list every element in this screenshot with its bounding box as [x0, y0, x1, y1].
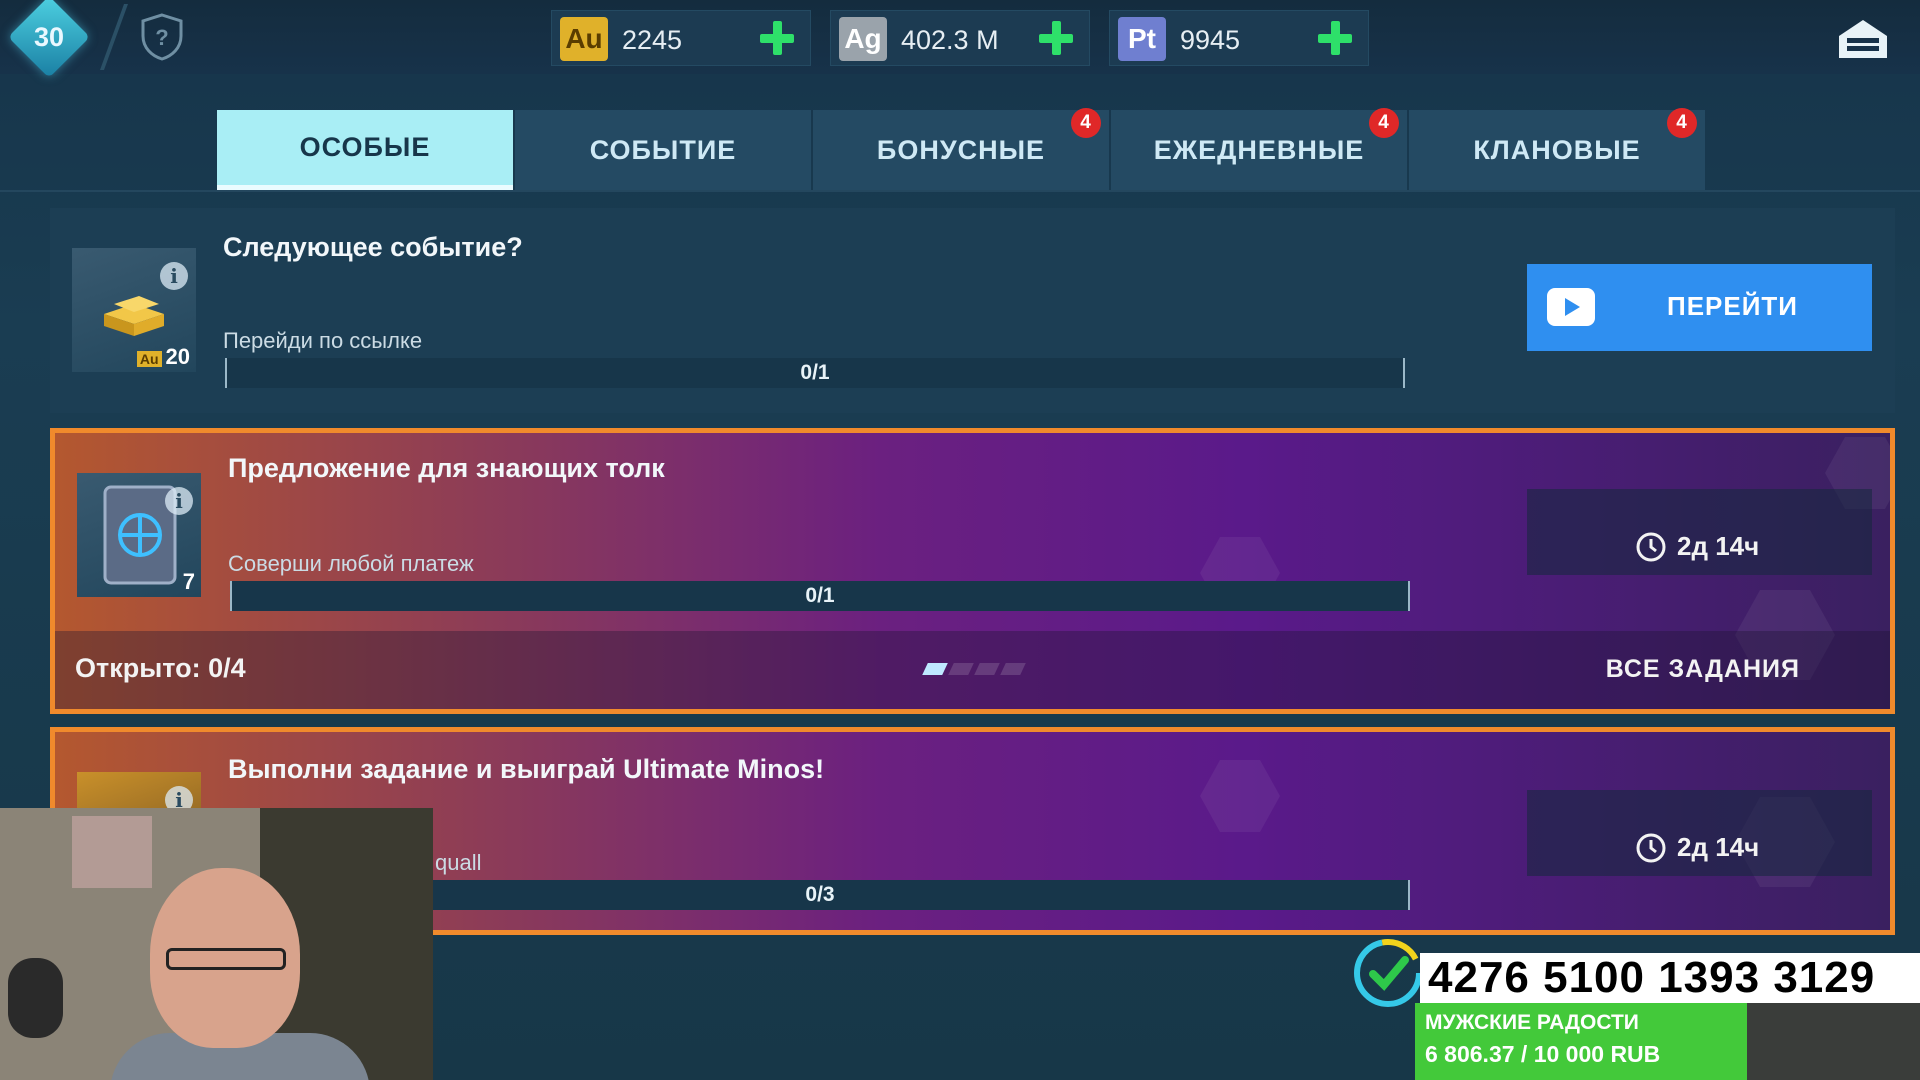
- add-silver-button[interactable]: [1037, 19, 1075, 57]
- tab-label: ОСОБЫЕ: [299, 132, 431, 162]
- tab-special[interactable]: ОСОБЫЕ: [217, 110, 513, 190]
- quest-card-connoisseur-offer: i 7 Предложение для знающих толк Соверши…: [50, 428, 1895, 714]
- quest-progress-bar: 0/1: [225, 358, 1405, 388]
- add-platinum-button[interactable]: [1316, 19, 1354, 57]
- opened-counter: Открыто: 0/4: [75, 653, 246, 683]
- webcam-glasses: [166, 948, 286, 970]
- card-footer: Открыто: 0/4 ВСЕ ЗАДАНИЯ: [55, 631, 1890, 709]
- tab-label: КЛАНОВЫЕ: [1473, 134, 1641, 165]
- page-dot: [948, 663, 974, 675]
- donation-goal-bar: МУЖСКИЕ РАДОСТИ 6 806.37 / 10 000 RUB: [1415, 1003, 1747, 1080]
- donation-card-panel: 4276 5100 1393 3129: [1420, 953, 1920, 1003]
- progress-text: 0/1: [800, 361, 830, 384]
- reward-thumbnail[interactable]: i 7: [77, 473, 201, 597]
- go-button[interactable]: ПЕРЕЙТИ: [1527, 264, 1872, 351]
- go-button-label: ПЕРЕЙТИ: [1667, 291, 1798, 321]
- notification-badge: 4: [1369, 108, 1399, 138]
- quest-card-next-event: i Au 20 Следующее событие? Перейди по ссы…: [50, 208, 1895, 413]
- tabs-divider: [0, 190, 1920, 192]
- webcam-overlay: [0, 808, 433, 1080]
- notification-badge: 4: [1071, 108, 1101, 138]
- tab-daily[interactable]: ЕЖЕДНЕВНЫЕ 4: [1111, 108, 1407, 190]
- webcam-wall-picture: [72, 816, 152, 888]
- currency-silver: Ag 402.3 M: [830, 10, 1090, 66]
- svg-text:?: ?: [155, 25, 168, 50]
- decor-hexagon: [1200, 760, 1280, 832]
- quest-title: Предложение для знающих толк: [228, 453, 665, 483]
- reward-thumbnail[interactable]: i Au 20: [72, 248, 196, 372]
- clock-icon: [1636, 532, 1666, 562]
- goal-amount: 6 806.37 / 10 000 RUB: [1425, 1041, 1661, 1067]
- quest-description: Соверши любой платеж: [228, 551, 474, 576]
- gold-value: 2245: [622, 25, 683, 55]
- tab-label: СОБЫТИЕ: [589, 134, 737, 165]
- goal-title: МУЖСКИЕ РАДОСТИ: [1425, 1011, 1639, 1034]
- page-indicator: [922, 663, 1026, 675]
- reward-count: 7: [182, 569, 195, 594]
- hangar-home-icon[interactable]: [1835, 14, 1891, 62]
- quest-title: Выполни задание и выиграй Ultimate Minos…: [228, 754, 825, 784]
- currency-platinum: Pt 9945: [1109, 10, 1369, 66]
- page-dot: [922, 663, 948, 675]
- info-icon[interactable]: i: [160, 262, 188, 290]
- timer-text: 2д 14ч: [1677, 531, 1760, 561]
- reward-count: Au 20: [136, 344, 190, 370]
- info-icon[interactable]: i: [165, 487, 193, 515]
- tab-label: ЕЖЕДНЕВНЫЕ: [1153, 134, 1365, 165]
- page-dot: [1000, 663, 1026, 675]
- level-number: 30: [33, 21, 65, 52]
- notification-badge: 4: [1667, 108, 1697, 138]
- quest-description: quall: [435, 850, 482, 875]
- platinum-coin-icon: Pt: [1118, 17, 1166, 61]
- timer-text: 2д 14ч: [1677, 832, 1760, 862]
- quest-timer: 2д 14ч: [1527, 489, 1872, 575]
- tab-bonus[interactable]: БОНУСНЫЕ 4: [813, 108, 1109, 190]
- tab-bar: ОСОБЫЕ СОБЫТИЕ БОНУСНЫЕ 4 ЕЖЕДНЕВНЫЕ 4 К…: [217, 108, 1705, 190]
- progress-text: 0/1: [805, 584, 835, 607]
- help-shield-icon[interactable]: ?: [138, 12, 186, 62]
- silver-coin-icon: Ag: [839, 17, 887, 61]
- page-dot: [974, 663, 1000, 675]
- divider: [99, 4, 129, 70]
- donation-card-number: 4276 5100 1393 3129: [1428, 953, 1876, 1002]
- clock-icon: [1636, 833, 1666, 863]
- checkmark-logo-icon: [1354, 939, 1422, 1007]
- gold-coin-icon: Au: [560, 17, 608, 61]
- all-tasks-button[interactable]: ВСЕ ЗАДАНИЯ: [1606, 655, 1800, 684]
- microphone-icon: [8, 958, 63, 1038]
- youtube-play-icon: [1547, 288, 1595, 326]
- tab-label: БОНУСНЫЕ: [876, 134, 1046, 165]
- gold-bars-icon: [104, 296, 164, 336]
- tab-event[interactable]: СОБЫТИЕ: [515, 110, 811, 190]
- quest-title: Следующее событие?: [223, 232, 523, 262]
- tab-clan[interactable]: КЛАНОВЫЕ 4: [1409, 108, 1705, 190]
- quest-progress-bar: 0/1: [230, 581, 1410, 611]
- currency-gold: Au 2245: [551, 10, 811, 66]
- top-bar: 30 ? Au 2245 Ag 402.3 M Pt 9945: [0, 0, 1920, 79]
- silver-value: 402.3 M: [901, 25, 999, 55]
- quest-description: Перейди по ссылке: [223, 328, 423, 353]
- platinum-value: 9945: [1180, 25, 1241, 55]
- add-gold-button[interactable]: [758, 19, 796, 57]
- gold-coin-icon: Au: [136, 351, 162, 367]
- donation-goal-remaining: [1747, 1003, 1920, 1080]
- quest-timer: 2д 14ч: [1527, 790, 1872, 876]
